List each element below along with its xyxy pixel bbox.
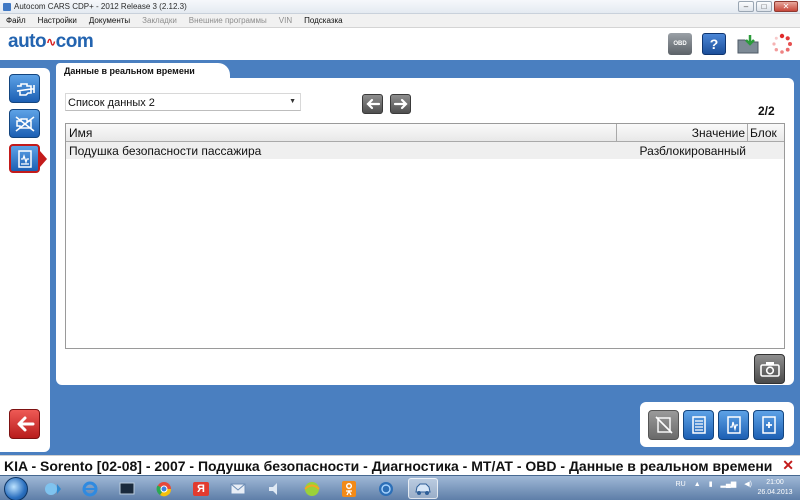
folder-download-icon[interactable] [736,33,760,55]
autocom-logo: auto∿com [8,31,94,53]
camera-icon [759,362,780,377]
ie-icon[interactable] [75,478,105,499]
toolbar-icons: OBD ? [668,33,794,55]
menu-vin[interactable]: VIN [279,16,292,25]
chevron-down-icon: ▼ [289,98,296,105]
menu-bar: Файл Настройки Документы Закладки Внешни… [0,14,800,28]
tray-network-icon[interactable]: ▮ [709,480,713,488]
help-button[interactable]: ? [702,33,726,55]
active-indicator-arrow-icon [40,151,47,167]
menu-bookmarks[interactable]: Закладки [142,16,177,25]
left-sidebar [0,68,50,452]
menu-documents[interactable]: Документы [89,16,130,25]
column-header-block[interactable]: Блок [748,124,784,141]
close-window-button[interactable]: ✕ [774,1,798,12]
yandex-letter: Я [193,481,209,496]
taskbar-clock[interactable]: 21:00 26.04.2013 [753,478,797,498]
list-crossed-icon [654,416,673,434]
menu-help[interactable]: Подсказка [304,16,343,25]
previous-list-button[interactable] [362,94,383,114]
logo-bar: auto∿com OBD ? [0,28,800,60]
help-label: ? [709,36,719,52]
window-title: Autocom CARS CDP+ - 2012 Release 3 (2.12… [14,2,187,11]
data-list-selected-value: Список данных 2 [68,97,155,109]
table-header: Имя Значение Блок [66,124,784,142]
menu-external-programs[interactable]: Внешние программы [189,16,267,25]
add-document-icon [761,416,776,434]
column-header-name[interactable]: Имя [66,124,617,141]
engine-crossed-icon [15,115,34,132]
start-button[interactable] [4,477,28,500]
back-button[interactable] [9,409,40,439]
graph-icon [726,416,741,434]
ball-icon[interactable] [297,478,327,499]
logo-swoosh-icon: ∿ [46,34,56,49]
system-tray: RU ▲ ▮ ▂▄▆ ◀) [676,480,752,489]
minimize-button[interactable]: – [738,1,754,12]
obd-label: OBD [673,41,687,47]
arrow-left-icon [365,98,380,110]
graph-button[interactable] [718,410,749,440]
media-icon[interactable] [38,478,68,499]
column-header-value[interactable]: Значение [617,124,748,141]
data-list-select[interactable]: Список данных 2 ▼ [65,93,301,111]
close-session-icon[interactable]: ✕ [782,457,794,474]
chrome-icon[interactable] [149,478,179,499]
live-data-table: Имя Значение Блок Подушка безопасности п… [65,123,785,349]
application-window: Autocom CARS CDP+ - 2012 Release 3 (2.12… [0,0,800,500]
list-icon [691,416,706,434]
page-counter: 2/2 [758,104,775,118]
menu-file[interactable]: Файл [6,16,26,25]
tray-volume-icon[interactable]: ◀) [744,480,752,488]
obd-button[interactable]: OBD [668,33,692,55]
engine-icon [16,82,35,96]
window-titlebar: Autocom CARS CDP+ - 2012 Release 3 (2.12… [0,0,800,14]
bottom-toolbar [640,402,794,447]
car-icon[interactable] [408,478,438,499]
back-arrow-icon [17,416,34,432]
windows-taskbar: Я RU ▲ ▮ ▂▄▆ ◀) 21:00 26.04.2013 [0,475,800,500]
data-list-button[interactable] [683,410,714,440]
tray-arrow-icon[interactable]: ▲ [694,481,701,488]
cell-block [748,142,784,159]
cell-value: Разблокированный [639,144,746,158]
status-bar: KIA - Sorento [02-08] - 2007 - Подушка б… [0,455,800,475]
odnoklassniki-icon[interactable] [334,478,364,499]
record-disabled-button[interactable] [648,410,679,440]
menu-settings[interactable]: Настройки [38,16,77,25]
live-data-icon [17,149,32,168]
loading-spinner-icon [770,33,794,55]
terminal-icon[interactable] [112,478,142,499]
tray-signal-icon[interactable]: ▂▄▆ [721,480,737,488]
next-list-button[interactable] [390,94,411,114]
language-indicator[interactable]: RU [676,481,686,488]
sidebar-engine-button[interactable] [9,74,40,103]
logo-text-right: com [55,31,94,52]
tab-live-data[interactable]: Данные в реальном времени [56,63,230,79]
maximize-button[interactable]: □ [756,1,772,12]
window-controls: – □ ✕ [738,1,798,12]
status-text: KIA - Sorento [02-08] - 2007 - Подушка б… [4,458,773,474]
arrow-right-icon [393,98,408,110]
yandex-icon[interactable]: Я [186,478,216,499]
logo-text-left: auto [8,31,47,52]
clock-date: 26.04.2013 [757,489,793,496]
taskbar-icons: Я [38,478,438,499]
sidebar-clear-errors-button[interactable] [9,109,40,138]
table-row[interactable]: Подушка безопасности пассажира Разблокир… [66,142,784,159]
network-icon[interactable] [371,478,401,499]
app-icon [3,3,11,11]
add-parameter-button[interactable] [753,410,784,440]
cell-name: Подушка безопасности пассажира [69,144,262,158]
sidebar-live-data-button[interactable] [9,144,40,173]
screenshot-button[interactable] [754,354,785,384]
mail-icon[interactable] [223,478,253,499]
clock-time: 21:00 [766,479,784,486]
speaker-icon[interactable] [260,478,290,499]
